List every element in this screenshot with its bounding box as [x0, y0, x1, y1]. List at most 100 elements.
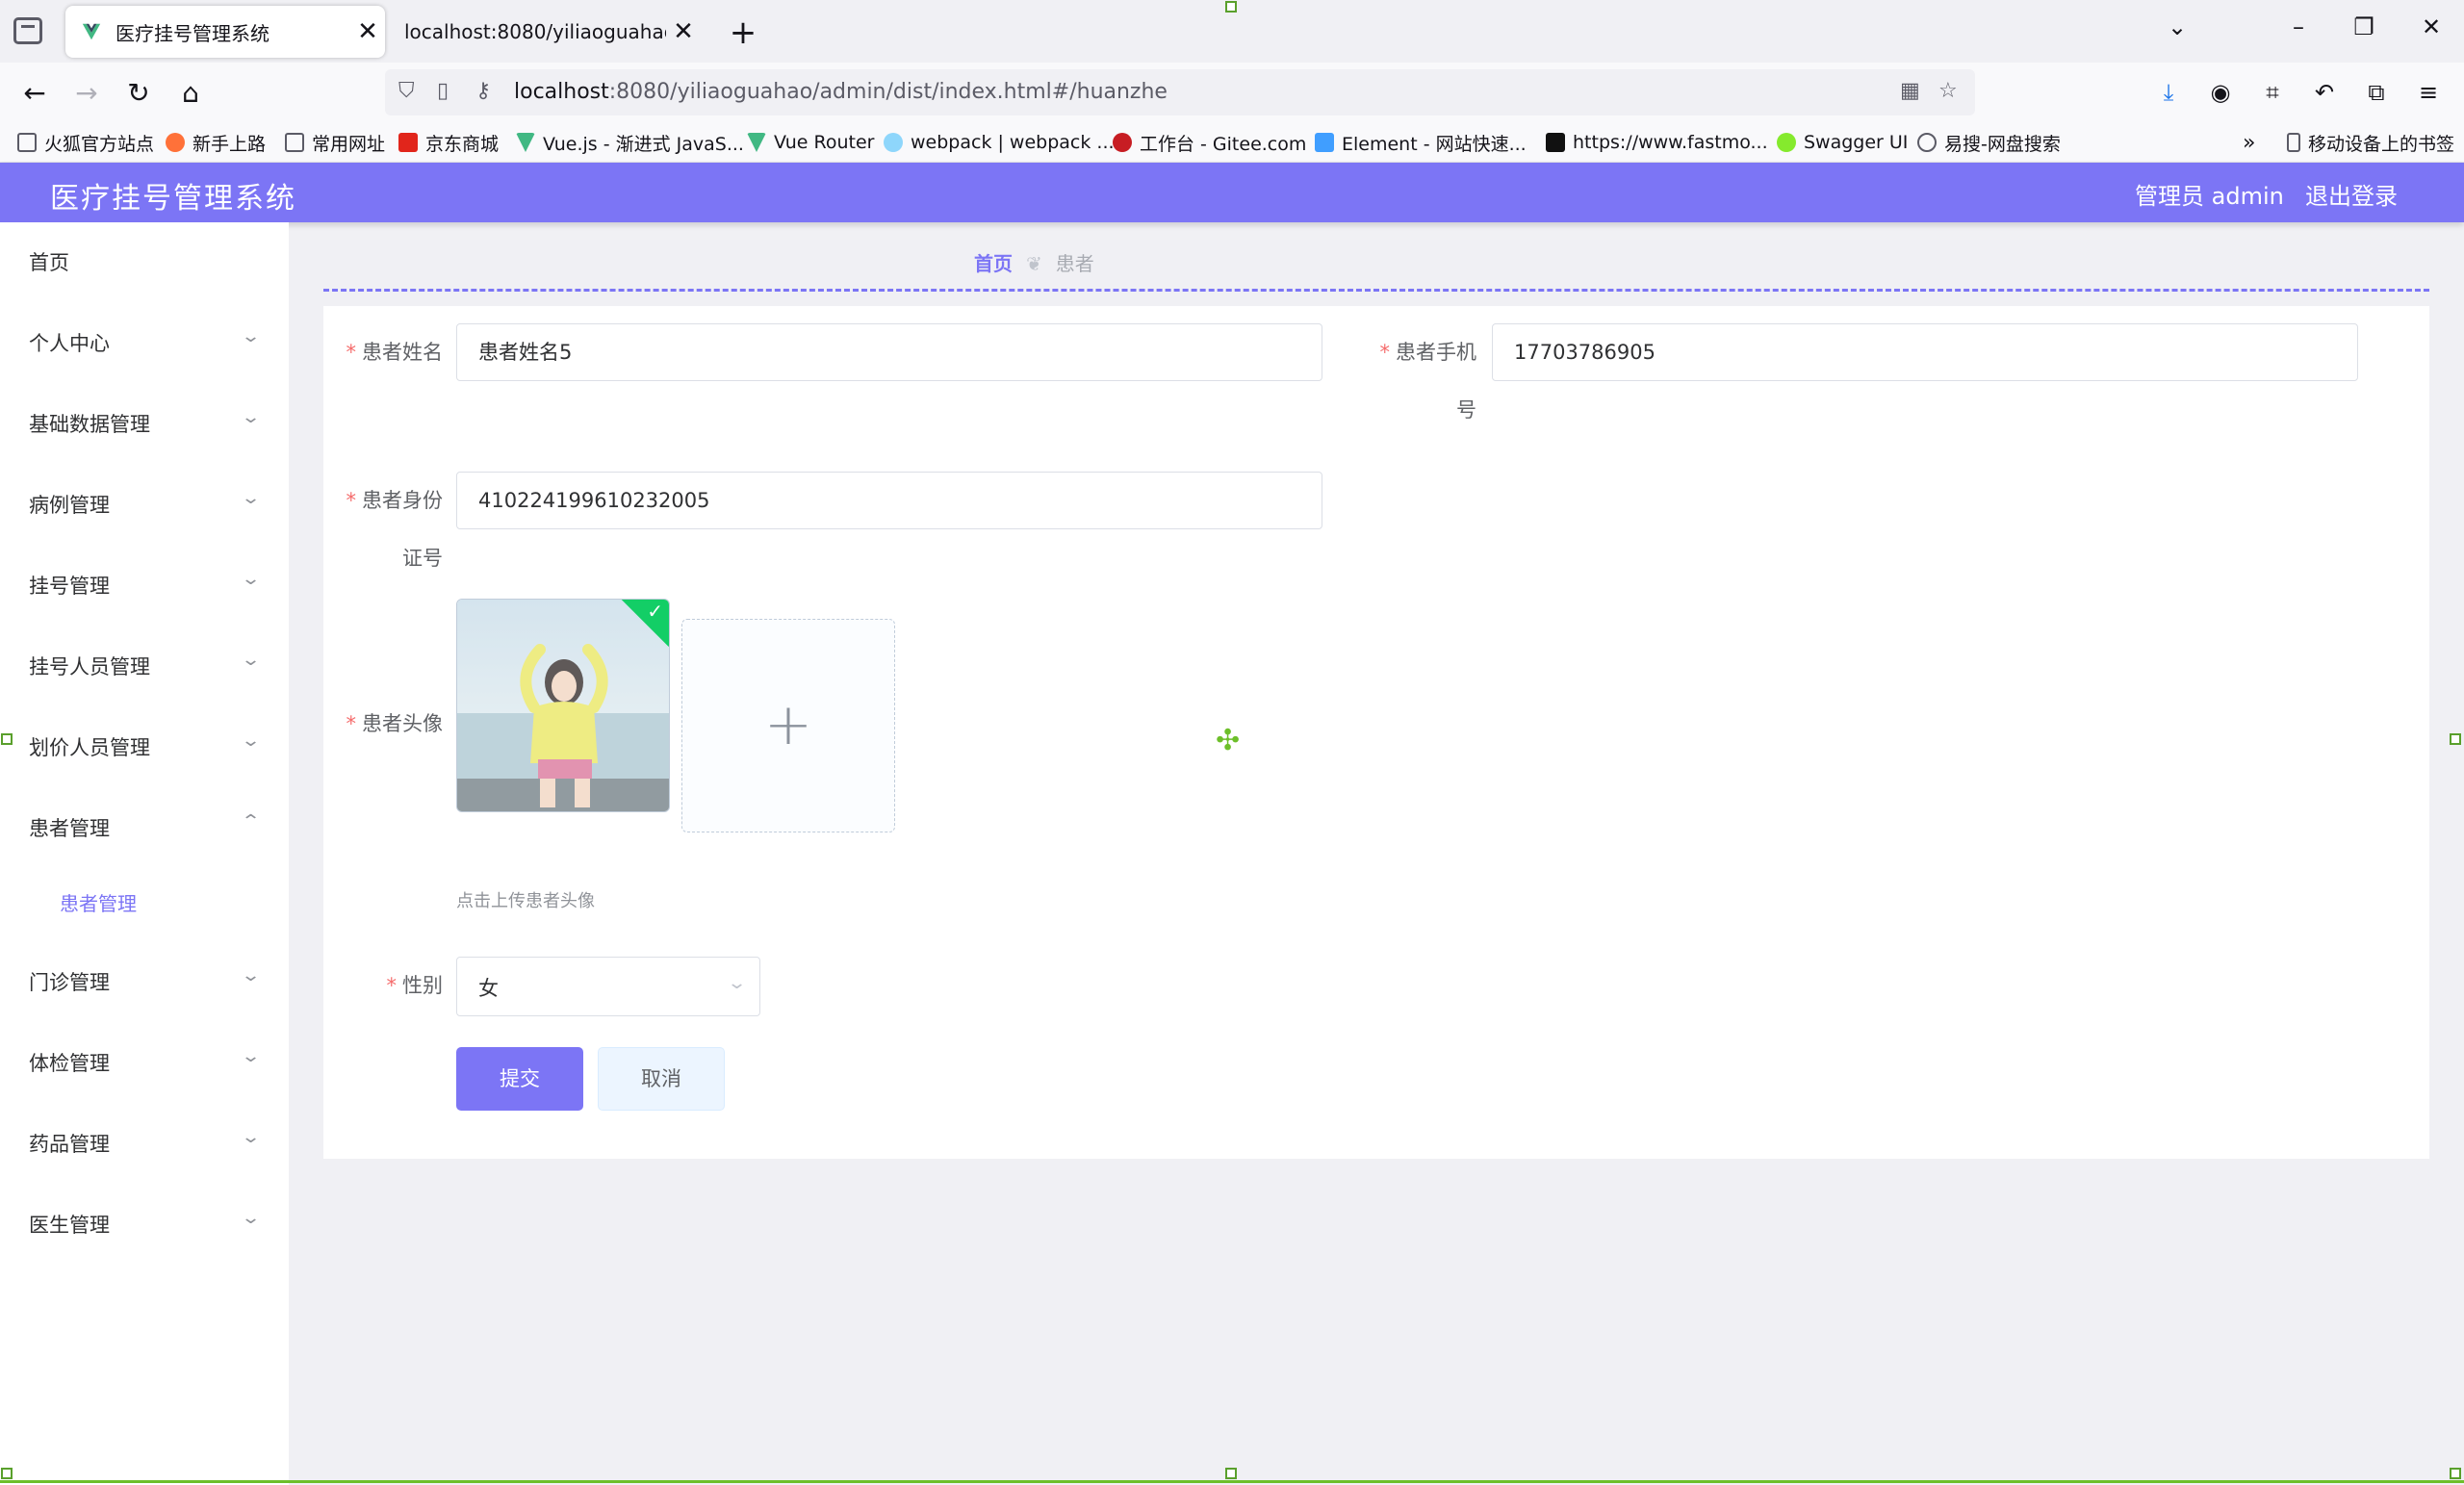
avatar-photo [457, 600, 669, 811]
minimize-icon[interactable]: – [2279, 13, 2318, 40]
bookmark-item[interactable]: Element - 网站快速... [1315, 128, 1527, 157]
url-bar[interactable]: ⛉ ▯ ⚷ localhost:8080/yiliaoguahao/admin/… [385, 69, 1975, 115]
key-icon[interactable]: ⚷ [475, 79, 491, 103]
logout-button[interactable]: 退出登录 [2305, 177, 2398, 211]
tab-list-icon[interactable] [13, 17, 42, 44]
idcard-input[interactable]: 410224199610232005 [456, 472, 1322, 529]
firefox-icon [166, 133, 185, 152]
fastmock-icon [1546, 133, 1565, 152]
sidebar-subitem-patients[interactable]: 患者管理 [0, 877, 289, 925]
download-icon[interactable]: ⤓ [2152, 79, 2185, 106]
chevron-down-icon: ⌄ [240, 569, 262, 589]
folder-icon [17, 133, 37, 152]
bookmark-item[interactable]: 易搜-网盘搜索 [1917, 128, 2061, 157]
sidebar-subitem-label: 患者管理 [60, 892, 137, 915]
cancel-button[interactable]: 取消 [598, 1047, 725, 1111]
vue-favicon-icon [82, 23, 101, 40]
tab-inactive[interactable]: localhost:8080/yiliaoguahao/fron ✕ [389, 6, 701, 58]
required-mark: * [346, 712, 357, 735]
selection-handle[interactable] [2450, 1468, 2461, 1479]
new-tab-icon[interactable]: + [724, 13, 762, 52]
sidebar-item-cases[interactable]: 病例管理 ⌄ [0, 478, 289, 526]
selection-handle[interactable] [1225, 1468, 1237, 1479]
sidebar-item-pricing-staff[interactable]: 划价人员管理 ⌄ [0, 721, 289, 769]
bookmark-item[interactable]: 火狐官方站点 [17, 128, 154, 157]
sidebar-item-medicine[interactable]: 药品管理 ⌄ [0, 1117, 289, 1165]
selection-handle[interactable] [1, 1468, 13, 1479]
bookmark-label: Vue Router [774, 132, 875, 153]
selection-handle[interactable] [1, 733, 13, 745]
vue-icon [516, 133, 535, 152]
sidebar-item-outpatient[interactable]: 门诊管理 ⌄ [0, 956, 289, 1004]
bookmark-label: Vue.js - 渐进式 JavaS... [543, 133, 744, 155]
restore-icon[interactable]: ❐ [2345, 13, 2383, 40]
breadcrumb-separator-icon: ❦ [1026, 252, 1042, 275]
field-label-idcard-wrap: 证号 [402, 547, 443, 570]
field-label-text: 患者身份 [362, 489, 443, 512]
breadcrumb-current: 患者 [1055, 252, 1094, 275]
sidebar-item-registration[interactable]: 挂号管理 ⌄ [0, 559, 289, 607]
sidebar-item-checkup[interactable]: 体检管理 ⌄ [0, 1037, 289, 1085]
page-icon[interactable]: ▯ [437, 79, 449, 103]
phone-input[interactable]: 17703786905 [1492, 323, 2358, 381]
bookmark-label: Swagger UI [1804, 132, 1909, 153]
bookmark-item[interactable]: 常用网址 [285, 128, 385, 157]
app-header: 医疗挂号管理系统 管理员 admin 退出登录 [0, 163, 2464, 222]
bookmark-item[interactable]: Swagger UI [1777, 128, 1908, 157]
extensions-icon[interactable]: ⧉ [2360, 79, 2393, 106]
bookmark-item[interactable]: 新手上路 [166, 128, 266, 157]
breadcrumb-home[interactable]: 首页 [974, 252, 1013, 275]
field-label-text: 性别 [402, 974, 443, 997]
sidebar-item-home[interactable]: 首页 [0, 236, 289, 284]
avatar-thumbnail[interactable]: ✓ [456, 599, 670, 812]
bookmark-item[interactable]: 京东商城 [398, 128, 499, 157]
tab-overflow-chevron-icon[interactable]: ⌄ [2158, 13, 2196, 40]
undo-icon[interactable]: ↶ [2308, 79, 2341, 106]
bookmark-item[interactable]: Vue.js - 渐进式 JavaS... [516, 128, 744, 157]
check-icon: ✓ [647, 600, 663, 623]
field-label-gender: * 性别 [327, 957, 444, 1014]
qr-code-icon[interactable]: ▦ [1900, 79, 1920, 103]
current-user: 管理员 admin [2135, 183, 2284, 210]
sidebar-item-patients[interactable]: 患者管理 ⌃ [0, 802, 289, 850]
back-icon[interactable]: ← [15, 74, 54, 113]
avatar-upload-button[interactable]: + [681, 619, 895, 832]
bookmark-item[interactable]: Vue Router [747, 128, 874, 157]
gender-select[interactable]: 女 ⌄ [456, 957, 760, 1016]
sidebar-item-personal[interactable]: 个人中心 ⌄ [0, 317, 289, 365]
bookmark-item[interactable]: https://www.fastmo... [1546, 128, 1768, 157]
account-icon[interactable]: ◉ [2204, 79, 2237, 106]
name-input[interactable]: 患者姓名5 [456, 323, 1322, 381]
bookmark-star-icon[interactable]: ☆ [1938, 79, 1958, 103]
close-tab-icon[interactable]: ✕ [350, 17, 385, 46]
close-tab-icon[interactable]: ✕ [666, 17, 701, 46]
selection-handle[interactable] [1225, 1, 1237, 13]
chevron-down-icon: ⌄ [240, 1208, 262, 1228]
tab-active[interactable]: 医疗挂号管理系统 ✕ [65, 6, 385, 58]
sidebar-item-registration-staff[interactable]: 挂号人员管理 ⌄ [0, 640, 289, 688]
app-title: 医疗挂号管理系统 [50, 182, 296, 216]
globe-icon [1917, 133, 1937, 152]
bookmark-item[interactable]: webpack | webpack ... [884, 128, 1115, 157]
menu-icon[interactable]: ≡ [2412, 79, 2445, 106]
url-text[interactable]: localhost:8080/yiliaoguahao/admin/dist/i… [514, 80, 1168, 104]
selection-handle[interactable] [2450, 733, 2461, 745]
swagger-icon [1777, 133, 1796, 152]
sidebar-item-label: 划价人员管理 [29, 736, 150, 759]
chevron-down-icon: ⌄ [240, 965, 262, 986]
submit-button[interactable]: 提交 [456, 1047, 583, 1111]
bookmarks-overflow-icon[interactable]: » [2243, 128, 2255, 157]
home-icon[interactable]: ⌂ [171, 74, 210, 113]
shield-icon[interactable]: ⛉ [398, 79, 415, 103]
bookmark-item[interactable]: 工作台 - Gitee.com [1113, 128, 1306, 157]
close-window-icon[interactable]: ✕ [2412, 13, 2451, 40]
reload-icon[interactable]: ↻ [119, 74, 158, 113]
bookmark-label: 易搜-网盘搜索 [1944, 133, 2061, 155]
move-cursor-icon[interactable]: ✣ [1216, 724, 1240, 757]
bookmark-item[interactable]: 移动设备上的书签 [2287, 128, 2454, 157]
jd-icon [398, 133, 418, 152]
crop-icon[interactable]: ⌗ [2256, 79, 2289, 106]
sidebar-item-doctors[interactable]: 医生管理 ⌄ [0, 1198, 289, 1246]
sidebar-item-base-data[interactable]: 基础数据管理 ⌄ [0, 397, 289, 446]
forward-icon[interactable]: → [67, 74, 106, 113]
